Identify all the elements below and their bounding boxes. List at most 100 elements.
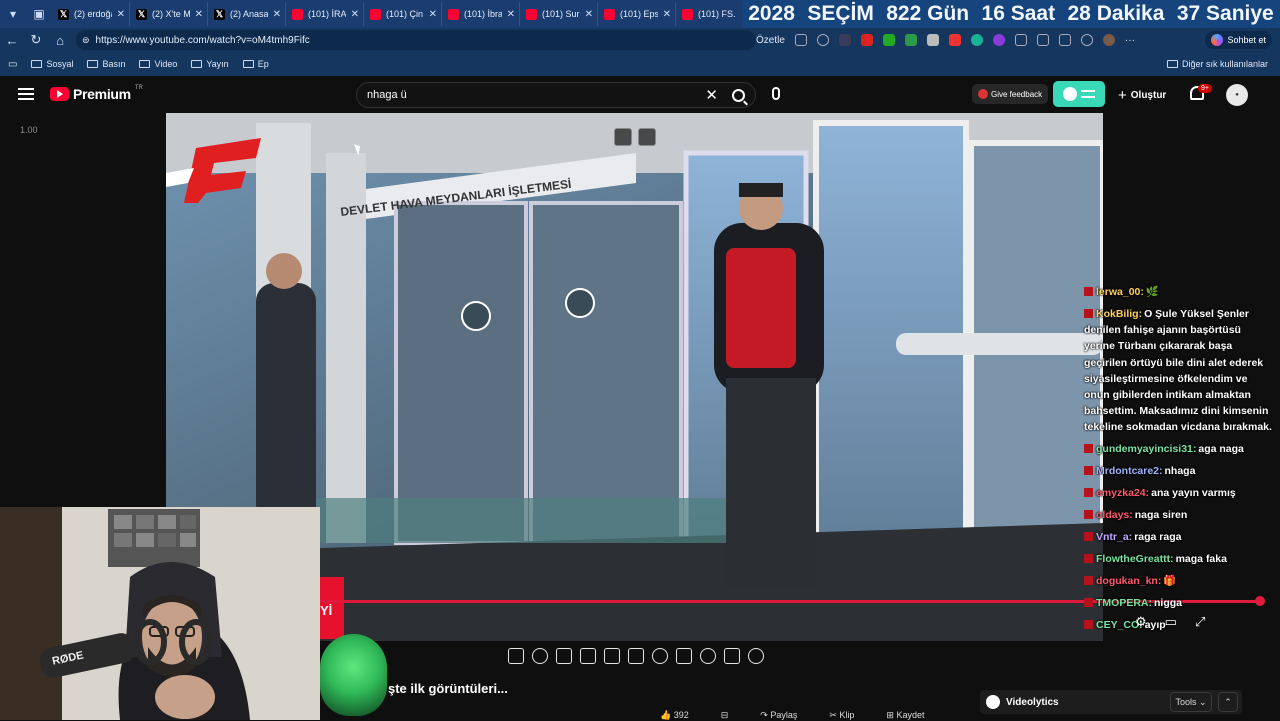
url-text: https://www.youtube.com/watch?v=oM4tmh9F… [95, 34, 310, 46]
bookmark-folder[interactable]: Basın [87, 59, 125, 69]
reload-icon[interactable]: ↻ [24, 32, 48, 48]
fullscreen-icon[interactable]: ⤢ [1195, 614, 1205, 630]
extension-icon-3[interactable] [882, 34, 895, 46]
address-bar[interactable]: ⊜ https://www.youtube.com/watch?v=oM4tmh… [76, 30, 756, 50]
summarize-button[interactable]: Özetle [756, 35, 785, 46]
dislike-button[interactable]: ⊟ [721, 710, 729, 721]
bookmark-folder[interactable]: Ep [242, 59, 269, 69]
x-favicon-icon: 𝕏 [136, 8, 147, 20]
chat-text: aga naga [1198, 443, 1244, 456]
clapper-icon[interactable] [580, 648, 596, 664]
bookmark-folder[interactable]: Sosyal [31, 59, 73, 69]
favorite-star-icon[interactable] [816, 34, 829, 46]
chat-message: dogukan_kn: 🎁 [1084, 573, 1274, 589]
close-tab-icon[interactable]: ✕ [273, 9, 281, 20]
bookmark-label: Sosyal [46, 59, 74, 69]
close-tab-icon[interactable]: ✕ [507, 9, 515, 20]
site-info-icon[interactable]: ⊜ [82, 35, 90, 46]
voice-search-icon[interactable] [772, 87, 780, 100]
browser-tab[interactable]: (101) Suriy ✕ [520, 2, 598, 26]
account-avatar[interactable]: ● [1226, 84, 1248, 106]
add-to-playlist-icon[interactable] [676, 648, 692, 664]
search-input[interactable]: nhaga ü ✕ [356, 82, 756, 108]
screenshot-camera-icon[interactable] [700, 648, 716, 664]
chat-text: nigga [1154, 597, 1182, 610]
browser-tab[interactable]: (101) Çin m ✕ [364, 2, 442, 26]
theater-mode-icon[interactable]: ▭ [1165, 614, 1177, 630]
reader-icon[interactable] [794, 34, 807, 46]
folder-icon [139, 60, 151, 68]
close-tab-icon[interactable]: ✕ [351, 9, 359, 20]
copilot-chat-button[interactable]: Sohbet et [1205, 31, 1272, 49]
cinema-icon[interactable] [628, 648, 644, 664]
chat-message: gundemyayincisi31: aga naga [1084, 441, 1274, 457]
save-button[interactable]: ⊞ Kaydet [886, 710, 924, 721]
browser-tab[interactable]: (101) İRAN ✕ [286, 2, 364, 26]
close-tab-icon[interactable]: ✕ [663, 9, 671, 20]
home-icon[interactable]: ⌂ [48, 33, 72, 48]
youtube-premium-logo[interactable]: Premium TR [50, 85, 143, 102]
other-bookmarks-folder[interactable]: Diğer sık kullanılanlar [1166, 52, 1268, 76]
chat-username: TMOPERA: [1096, 597, 1152, 610]
menu-icon[interactable] [18, 88, 34, 100]
extension-icon-7[interactable] [970, 34, 983, 46]
split-screen-icon[interactable] [1036, 34, 1049, 46]
close-tab-icon[interactable]: ✕ [117, 9, 125, 20]
bookmark-label: Ep [257, 59, 269, 69]
edit-overlay-icon[interactable] [638, 128, 656, 146]
create-button[interactable]: + Oluştur [1118, 87, 1166, 104]
extension-icon-5[interactable] [926, 34, 939, 46]
back-icon[interactable]: ← [0, 33, 24, 48]
chat-message: emyzka24: ana yayın varmış [1084, 485, 1274, 501]
bookmark-folder[interactable]: Yayın [191, 59, 229, 69]
settings-gear-icon[interactable]: ⚙ [1135, 614, 1147, 630]
feedback-label: Give feedback [991, 89, 1043, 99]
close-tab-icon[interactable]: ✕ [585, 9, 593, 20]
search-icon[interactable] [732, 88, 745, 102]
extension-icon-8[interactable] [992, 34, 1005, 46]
like-button[interactable]: 👍 392 [660, 710, 689, 721]
audio-icon[interactable] [532, 648, 548, 664]
share-button[interactable]: ↷ Paylaş [760, 710, 797, 721]
toolbar-extensions: Özetle ··· [756, 28, 1135, 52]
collapse-chevron-icon[interactable]: ⌃ [1218, 692, 1238, 712]
tools-dropdown-button[interactable]: Tools ⌄ [1170, 692, 1212, 712]
browser-tab[interactable]: 𝕏 (2) erdoğan ✕ [52, 2, 130, 26]
flask-icon[interactable] [724, 648, 740, 664]
close-tab-icon[interactable]: ✕ [429, 9, 437, 20]
extension-settings-gear-icon[interactable] [748, 648, 764, 664]
clip-button[interactable]: ✂ Klip [829, 710, 854, 721]
browser-tab[interactable]: 𝕏 (2) Anasayf ✕ [208, 2, 286, 26]
pip-icon[interactable] [614, 128, 632, 146]
more-menu-icon[interactable]: ··· [1125, 35, 1135, 46]
workspaces-icon[interactable]: ▣ [26, 0, 52, 28]
browser-essentials-icon[interactable] [1080, 34, 1093, 46]
tab-list-chevron-icon[interactable]: ▾ [0, 0, 26, 28]
copilot-icon [1211, 34, 1224, 46]
bookmark-folder[interactable]: Video [139, 59, 177, 69]
webcam-scene: RØDE [0, 507, 320, 720]
bookmark-label: Yayın [206, 59, 229, 69]
aspect-ratio-icon[interactable] [604, 648, 620, 664]
tab-title: (101) FS.Ev [698, 9, 736, 19]
browser-tab[interactable]: (101) Epste ✕ [598, 2, 676, 26]
extension-icon-2[interactable] [860, 34, 873, 46]
extension-icon-4[interactable] [904, 34, 917, 46]
extension-toggle-button[interactable] [1053, 81, 1105, 107]
close-tab-icon[interactable]: ✕ [195, 9, 203, 20]
extension-icon-1[interactable] [838, 34, 851, 46]
give-feedback-button[interactable]: Give feedback [972, 84, 1049, 104]
clear-search-icon[interactable]: ✕ [705, 86, 718, 104]
extensions-puzzle-icon[interactable] [1014, 34, 1027, 46]
profile-avatar-icon[interactable] [1102, 34, 1115, 46]
browser-tab[interactable]: (101) İbrah ✕ [442, 2, 520, 26]
watch-later-icon[interactable] [556, 648, 572, 664]
speedometer-icon[interactable] [652, 648, 668, 664]
favorites-bar-icon[interactable]: ▭ [8, 59, 17, 70]
chat-badge-icon [1084, 444, 1093, 454]
collections-icon[interactable] [1058, 34, 1071, 46]
browser-tab[interactable]: 𝕏 (2) X'te Mu ✕ [130, 2, 208, 26]
loop-icon[interactable] [508, 648, 524, 664]
extension-icon-6[interactable] [948, 34, 961, 46]
tab-title: (101) İbrah [464, 9, 502, 19]
